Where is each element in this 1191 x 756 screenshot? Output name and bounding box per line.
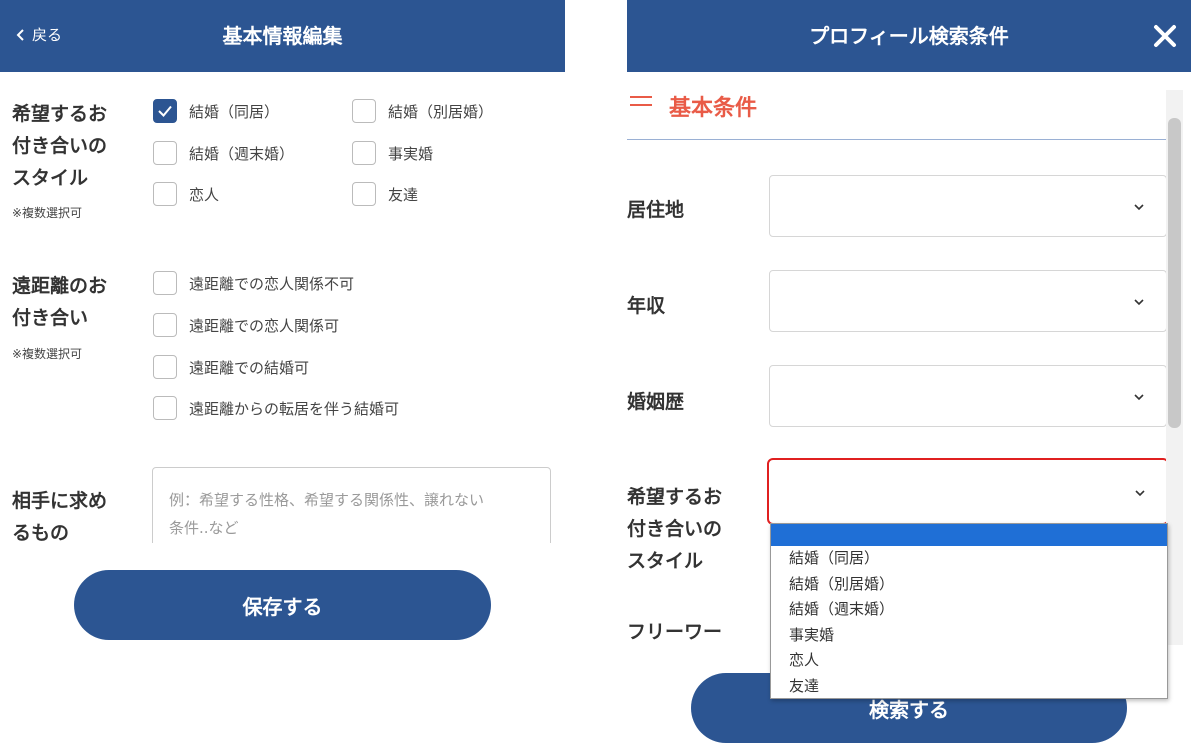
- dropdown-option-empty[interactable]: [771, 524, 1167, 546]
- save-button[interactable]: 保存する: [74, 570, 491, 640]
- checkbox-box[interactable]: [153, 271, 177, 295]
- chevron-down-icon: [1134, 204, 1144, 211]
- textarea-placeholder-line-2: 条件..など: [169, 519, 239, 537]
- checkbox-box[interactable]: [153, 99, 177, 123]
- profile-edit-panel: 戻る 基本情報編集 希望するお 付き合いの スタイル ※複数選択可 結婚（同居）…: [0, 0, 565, 756]
- chevron-down-icon: [1134, 394, 1144, 401]
- checkbox-label: 結婚（同居）: [189, 102, 280, 121]
- scrollbar[interactable]: [1166, 90, 1183, 645]
- distance-label-line-1: 遠距離のお: [12, 275, 108, 297]
- style-label-line-2: 付き合いの: [12, 135, 108, 157]
- page-title: 基本情報編集: [222, 24, 343, 48]
- checkbox-box[interactable]: [352, 182, 376, 206]
- search-title: プロフィール検索条件: [809, 24, 1009, 48]
- style-option-checkbox[interactable]: 事実婚: [352, 141, 433, 165]
- textarea-placeholder-line-1: 例：希望する性格、希望する関係性、譲れない: [169, 491, 485, 509]
- section-title: 基本条件: [669, 96, 758, 121]
- search-header: プロフィール検索条件: [627, 0, 1191, 72]
- income-label: 年収: [627, 295, 666, 317]
- checkbox-box[interactable]: [352, 99, 376, 123]
- checkbox-label: 結婚（週末婚）: [189, 144, 295, 163]
- income-select[interactable]: [769, 270, 1167, 332]
- style-label-line-1: 希望するお: [627, 486, 723, 508]
- wants-label-line-1: 相手に求め: [12, 490, 108, 512]
- scrollbar-thumb[interactable]: [1168, 118, 1181, 428]
- checkbox-label: 事実婚: [388, 144, 434, 163]
- dropdown-option[interactable]: 事実婚: [771, 623, 1167, 649]
- distance-option-checkbox[interactable]: 遠距離からの転居を伴う結婚可: [153, 396, 399, 420]
- style-option-checkbox[interactable]: 恋人: [153, 182, 219, 206]
- checkbox-label: 結婚（別居婚）: [388, 102, 494, 121]
- residence-label: 居住地: [627, 199, 685, 221]
- checkbox-box[interactable]: [153, 141, 177, 165]
- dropdown-option[interactable]: 結婚（同居）: [771, 546, 1167, 572]
- style-label-line-2: 付き合いの: [627, 518, 723, 540]
- dropdown-option[interactable]: 友達: [771, 674, 1167, 700]
- close-icon: [1154, 25, 1176, 47]
- dropdown-option[interactable]: 結婚（別居婚）: [771, 572, 1167, 598]
- checkbox-label: 恋人: [189, 185, 220, 204]
- style-option-checkbox[interactable]: 結婚（別居婚）: [352, 99, 493, 123]
- close-button[interactable]: [1147, 18, 1183, 54]
- checkbox-label: 遠距離での恋人関係不可: [189, 274, 355, 293]
- distance-label-line-2: 付き合い: [12, 307, 89, 329]
- checkbox-label: 友達: [388, 185, 419, 204]
- checkbox-label: 遠距離での恋人関係可: [189, 316, 340, 335]
- edit-header: 戻る 基本情報編集: [0, 0, 565, 72]
- checkbox-label: 遠距離での結婚可: [189, 358, 310, 377]
- checkbox-box[interactable]: [153, 396, 177, 420]
- checkbox-box[interactable]: [352, 141, 376, 165]
- style-label-line-1: 希望するお: [12, 103, 108, 125]
- distance-option-checkbox[interactable]: 遠距離での恋人関係不可: [153, 271, 354, 295]
- style-label-line-3: スタイル: [12, 167, 89, 189]
- freeword-label: フリーワー: [627, 621, 723, 643]
- checkbox-box[interactable]: [153, 182, 177, 206]
- marriage-history-select[interactable]: [769, 365, 1167, 427]
- residence-select[interactable]: [769, 175, 1167, 237]
- style-select[interactable]: [767, 458, 1169, 525]
- checkbox-label: 遠距離からの転居を伴う結婚可: [189, 399, 400, 418]
- style-label-line-3: スタイル: [627, 550, 704, 572]
- style-dropdown-list[interactable]: 結婚（同居） 結婚（別居婚） 結婚（週末婚） 事実婚 恋人 友達: [770, 523, 1168, 699]
- marriage-history-label: 婚姻歴: [627, 391, 685, 413]
- checkbox-box[interactable]: [153, 313, 177, 337]
- style-option-checkbox[interactable]: 結婚（週末婚）: [153, 141, 294, 165]
- chevron-down-icon: [1135, 490, 1145, 497]
- style-note: ※複数選択可: [12, 206, 83, 220]
- dropdown-option[interactable]: 恋人: [771, 648, 1167, 674]
- checkbox-box[interactable]: [153, 355, 177, 379]
- dropdown-option[interactable]: 結婚（週末婚）: [771, 597, 1167, 623]
- distance-option-checkbox[interactable]: 遠距離での結婚可: [153, 355, 309, 379]
- distance-note: ※複数選択可: [12, 347, 83, 361]
- chevron-down-icon: [1134, 299, 1144, 306]
- section-bars-icon: [630, 96, 652, 112]
- search-conditions-panel: プロフィール検索条件 基本条件 居住地 年収 婚姻歴 希望するお 付き合いの ス…: [627, 0, 1191, 756]
- section-header: 基本条件: [627, 90, 1167, 140]
- style-option-checkbox[interactable]: 結婚（同居）: [153, 99, 279, 123]
- style-option-checkbox[interactable]: 友達: [352, 182, 418, 206]
- distance-option-checkbox[interactable]: 遠距離での恋人関係可: [153, 313, 339, 337]
- checkmark-icon: [158, 105, 172, 117]
